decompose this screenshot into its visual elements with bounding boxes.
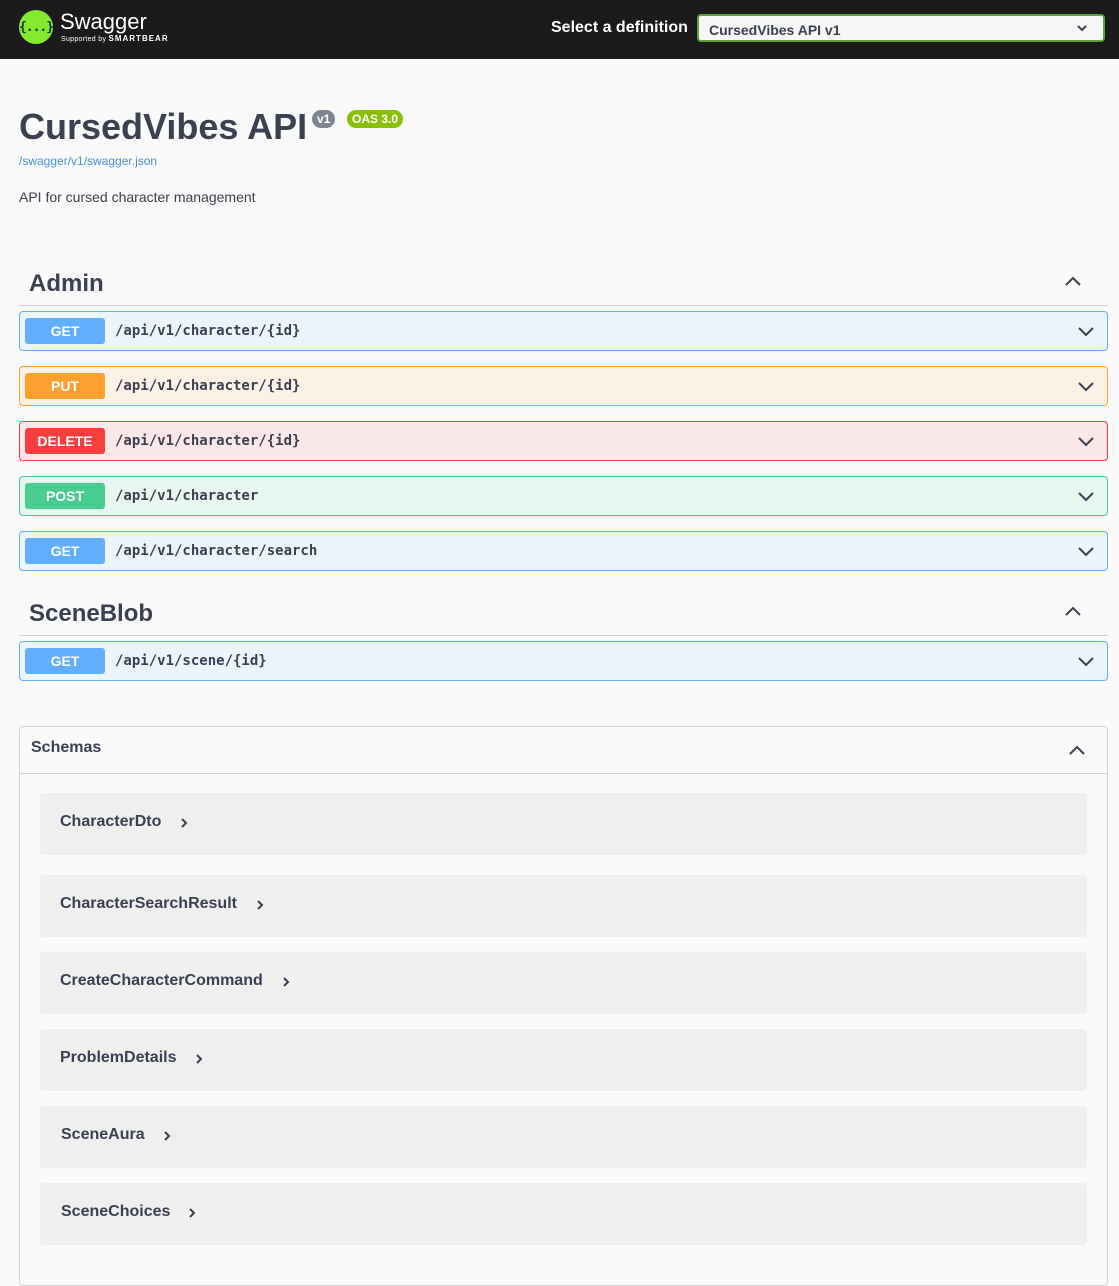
chevron-down-icon	[1078, 437, 1094, 447]
spec-url-link[interactable]: /swagger/v1/swagger.json	[19, 154, 157, 168]
api-description: API for cursed character management	[19, 189, 256, 205]
schema-model-scenechoices[interactable]: SceneChoices	[40, 1183, 1087, 1245]
chevron-down-icon	[1078, 492, 1094, 502]
operation-path: /api/v1/character	[115, 488, 259, 504]
swagger-logo-icon: {...}	[19, 10, 54, 44]
schema-model-sceneaura[interactable]: SceneAura	[40, 1106, 1087, 1168]
logo-text: Swagger Supported by SMARTBEAR	[60, 10, 169, 44]
tag-admin[interactable]: Admin	[19, 255, 1108, 306]
logo-subtitle: Supported by SMARTBEAR	[61, 34, 169, 44]
schema-model-name: SceneAura	[61, 1126, 145, 1143]
method-badge: DELETE	[25, 428, 105, 454]
swagger-logo[interactable]: {...} Swagger Supported by SMARTBEAR	[19, 10, 169, 44]
topbar: {...} Swagger Supported by SMARTBEAR Sel…	[0, 0, 1119, 59]
method-badge: GET	[25, 648, 105, 674]
operation-post-character[interactable]: POST /api/v1/character	[19, 476, 1108, 516]
schema-model-name: CharacterDto	[60, 813, 162, 830]
method-badge: GET	[25, 538, 105, 564]
chevron-down-icon	[1078, 547, 1094, 557]
chevron-up-icon	[1065, 606, 1081, 616]
operation-path: /api/v1/character/{id}	[115, 323, 301, 339]
chevron-down-icon	[1077, 25, 1087, 32]
schema-model-characterdto[interactable]: CharacterDto	[40, 793, 1087, 855]
chevron-up-icon	[1065, 276, 1081, 286]
operation-path: /api/v1/scene/{id}	[115, 653, 267, 669]
schemas-title: Schemas	[31, 739, 102, 756]
chevron-up-icon	[1069, 745, 1085, 755]
chevron-down-icon	[1078, 327, 1094, 337]
schema-model-name: CreateCharacterCommand	[60, 972, 263, 989]
method-badge: PUT	[25, 373, 105, 399]
logo-title: Swagger	[60, 9, 147, 34]
schema-model-charactersearchresult[interactable]: CharacterSearchResult	[40, 875, 1087, 937]
version-badge: v1	[312, 110, 336, 128]
chevron-right-icon	[257, 900, 264, 910]
schema-model-createcharactercommand[interactable]: CreateCharacterCommand	[40, 952, 1087, 1014]
chevron-right-icon	[164, 1131, 171, 1141]
api-title: CursedVibes API	[19, 106, 308, 147]
definition-select-value: CursedVibes API v1	[709, 22, 841, 38]
chevron-right-icon	[196, 1054, 203, 1064]
oas-badge: OAS 3.0	[347, 110, 404, 128]
schemas-header[interactable]: Schemas	[20, 727, 1107, 774]
tag-name: SceneBlob	[29, 600, 154, 627]
chevron-down-icon	[1078, 657, 1094, 667]
operation-get-scene[interactable]: GET /api/v1/scene/{id}	[19, 641, 1108, 681]
chevron-right-icon	[283, 977, 290, 987]
operation-delete-character[interactable]: DELETE /api/v1/character/{id}	[19, 421, 1108, 461]
operation-get-character[interactable]: GET /api/v1/character/{id}	[19, 311, 1108, 351]
schema-model-name: ProblemDetails	[60, 1049, 177, 1066]
operation-get-character-search[interactable]: GET /api/v1/character/search	[19, 531, 1108, 571]
definition-select[interactable]: CursedVibes API v1	[697, 14, 1105, 42]
logo-sub-prefix: Supported by	[61, 36, 107, 43]
tag-sceneblob[interactable]: SceneBlob	[19, 585, 1108, 636]
schema-model-name: SceneChoices	[61, 1203, 171, 1220]
operation-path: /api/v1/character/{id}	[115, 433, 301, 449]
definition-label: Select a definition	[551, 19, 688, 36]
operation-put-character[interactable]: PUT /api/v1/character/{id}	[19, 366, 1108, 406]
chevron-down-icon	[1078, 382, 1094, 392]
operation-path: /api/v1/character/{id}	[115, 378, 301, 394]
operation-path: /api/v1/character/search	[115, 543, 318, 559]
schema-model-name: CharacterSearchResult	[60, 895, 237, 912]
schema-model-problemdetails[interactable]: ProblemDetails	[40, 1029, 1087, 1091]
tag-name: Admin	[29, 270, 104, 297]
method-badge: POST	[25, 483, 105, 509]
chevron-right-icon	[189, 1208, 196, 1218]
method-badge: GET	[25, 318, 105, 344]
chevron-right-icon	[181, 818, 188, 828]
logo-sub-brand: SMARTBEAR	[108, 34, 169, 43]
